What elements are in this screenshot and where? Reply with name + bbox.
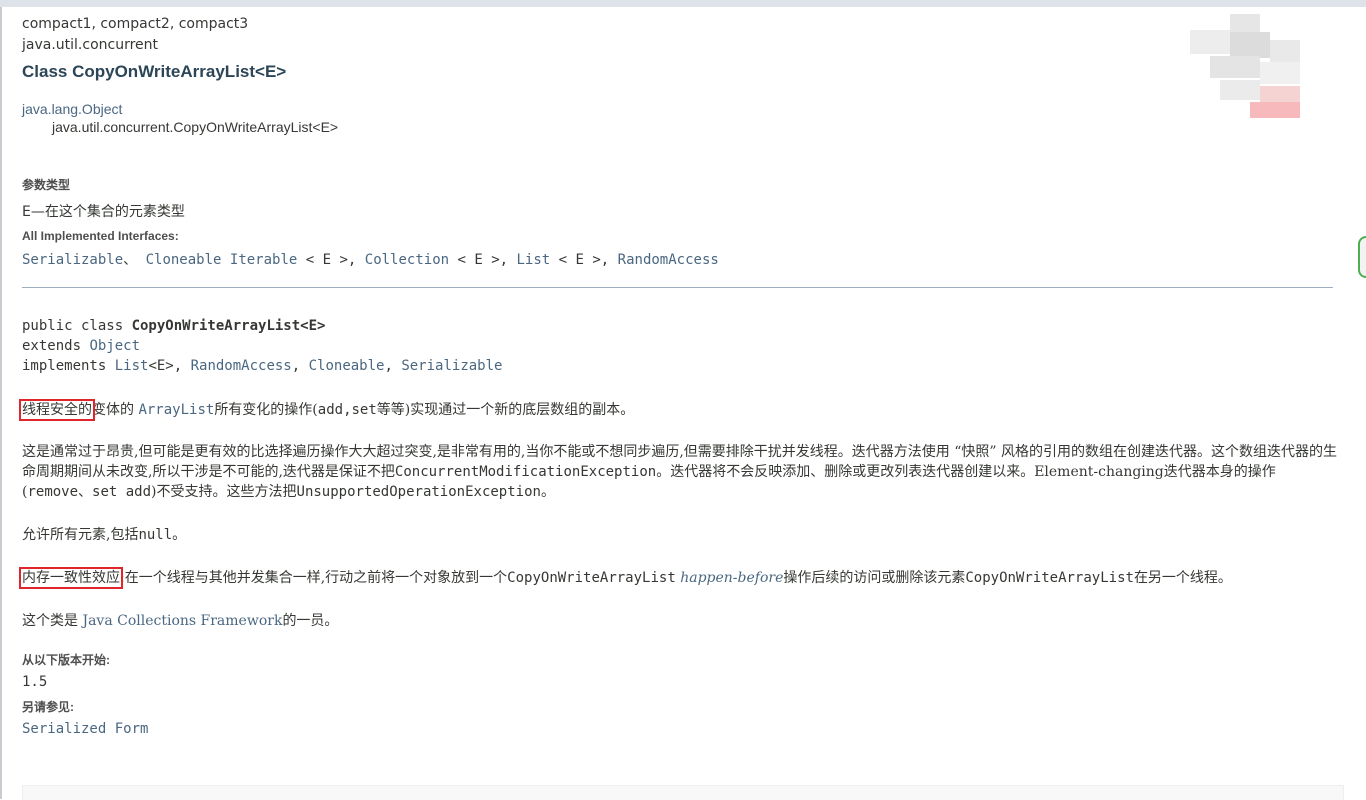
inheritance-tree: java.lang.Object java.util.concurrent.Co…: [22, 100, 1342, 136]
iface-iterable-link[interactable]: Iterable: [230, 252, 297, 268]
text: 等等)实现通过一个新的底层数组的副本。: [376, 402, 635, 418]
class-signature: public class CopyOnWriteArrayList<E> ext…: [22, 316, 1342, 376]
description-paragraph: 这个类是 Java Collections Framework的一员。: [22, 611, 1342, 631]
profiles-label: compact1, compact2, compact3: [22, 16, 249, 32]
left-scroll-edge: [0, 7, 2, 799]
text: )不受支持。这些方法把: [151, 484, 297, 500]
type-params-label: 参数类型: [22, 178, 71, 192]
page-title: Class CopyOnWriteArrayList<E>: [22, 62, 287, 81]
iface-randomaccess-link[interactable]: RandomAccess: [618, 252, 719, 268]
highlight-box-thread-safe: 线程安全的: [19, 399, 95, 421]
description-paragraph: 这是通常过于昂贵,但可能是更有效的比选择遍历操作大大超过突变,是非常有用的,当你…: [22, 442, 1342, 502]
text: 所有变化的操作(: [214, 402, 318, 418]
text: 在另一个线程。: [1133, 570, 1232, 586]
text: 操作后续的访问或删除该元素: [783, 570, 966, 586]
code: add,set: [317, 402, 377, 418]
sig-object-link[interactable]: Object: [89, 338, 140, 354]
type-params-section: 参数类型 E—在这个集合的元素类型: [22, 176, 1342, 221]
sig-extends: extends: [22, 338, 90, 354]
interfaces-list: Serializable、 Cloneable Iterable < E >, …: [22, 249, 1342, 269]
code: UnsupportedOperationException: [296, 484, 541, 500]
iface-list-link[interactable]: List: [517, 252, 551, 268]
iface-generic: < E >,: [297, 252, 365, 268]
since-section: 从以下版本开始: 1.5: [22, 651, 1342, 690]
section-divider: [22, 287, 1333, 288]
sig-generic: <E>,: [148, 358, 191, 374]
highlight-box-memory-consistency: 内存一致性效应: [19, 567, 123, 589]
iface-generic: < E >,: [550, 252, 618, 268]
collections-framework-link[interactable]: Java Collections Framework: [82, 613, 282, 629]
interfaces-label: All Implemented Interfaces:: [22, 229, 179, 243]
sig-implements: implements: [22, 358, 115, 374]
sig-sep: ,: [384, 358, 402, 374]
iface-generic: < E >,: [449, 252, 517, 268]
since-label: 从以下版本开始:: [22, 653, 110, 667]
see-also-label: 另请参见:: [22, 700, 74, 714]
interfaces-section: All Implemented Interfaces: Serializable…: [22, 229, 1342, 269]
sig-modifiers: public class: [22, 318, 132, 334]
text: 。: [540, 484, 555, 500]
type-params-value: E—在这个集合的元素类型: [22, 204, 185, 220]
package-label: java.util.concurrent: [22, 37, 159, 53]
text: 允许所有元素,包括: [22, 527, 139, 543]
iface-collection-link[interactable]: Collection: [365, 252, 449, 268]
sig-randomaccess-link[interactable]: RandomAccess: [191, 358, 292, 374]
inherit-parent-link[interactable]: java.lang.Object: [22, 101, 122, 117]
text: 这个类是: [22, 613, 83, 629]
happen-before-link[interactable]: happen-before: [676, 570, 783, 586]
description-paragraph: 内存一致性效应:在一个线程与其他并发集合一样,行动之前将一个对象放到一个Copy…: [19, 567, 1342, 589]
text: :在一个线程与其他并发集合一样,行动之前将一个对象放到一个: [120, 570, 508, 586]
text: 的一员。: [282, 613, 339, 629]
inherit-child: java.util.concurrent.CopyOnWriteArrayLis…: [52, 119, 339, 135]
arraylist-link[interactable]: ArrayList: [138, 402, 214, 418]
class-doc-page: compact1, compact2, compact3 java.util.c…: [19, 14, 1342, 737]
side-widget-handle[interactable]: [1358, 236, 1366, 278]
description-paragraph: 线程安全的变体的 ArrayList所有变化的操作(add,set等等)实现通过…: [19, 399, 1342, 421]
description-paragraph: 允许所有元素,包括null。: [22, 525, 1342, 545]
iface-serializable-link[interactable]: Serializable: [22, 252, 123, 268]
code: CopyOnWriteArrayList: [507, 570, 676, 586]
sig-class-name: CopyOnWriteArrayList<E>: [131, 318, 326, 334]
see-also-section: 另请参见: Serialized Form: [22, 698, 1342, 737]
text: 变体的: [92, 402, 139, 418]
code: remove、set add: [27, 484, 152, 500]
sig-serializable-link[interactable]: Serializable: [401, 358, 502, 374]
sig-list-link[interactable]: List: [115, 358, 149, 374]
code: null: [138, 527, 173, 543]
sig-sep: ,: [291, 358, 309, 374]
summary-panel-top: [22, 785, 1344, 800]
code: ConcurrentModificationException: [394, 464, 657, 480]
since-value: 1.5: [22, 674, 48, 690]
iface-sep: 、: [123, 252, 146, 268]
text: 。: [172, 527, 187, 543]
serialized-form-link[interactable]: Serialized Form: [22, 721, 148, 737]
code: CopyOnWriteArrayList: [965, 570, 1134, 586]
top-nav-bar: [0, 0, 1366, 7]
iface-cloneable-link[interactable]: Cloneable: [146, 252, 222, 268]
sig-cloneable-link[interactable]: Cloneable: [309, 358, 385, 374]
